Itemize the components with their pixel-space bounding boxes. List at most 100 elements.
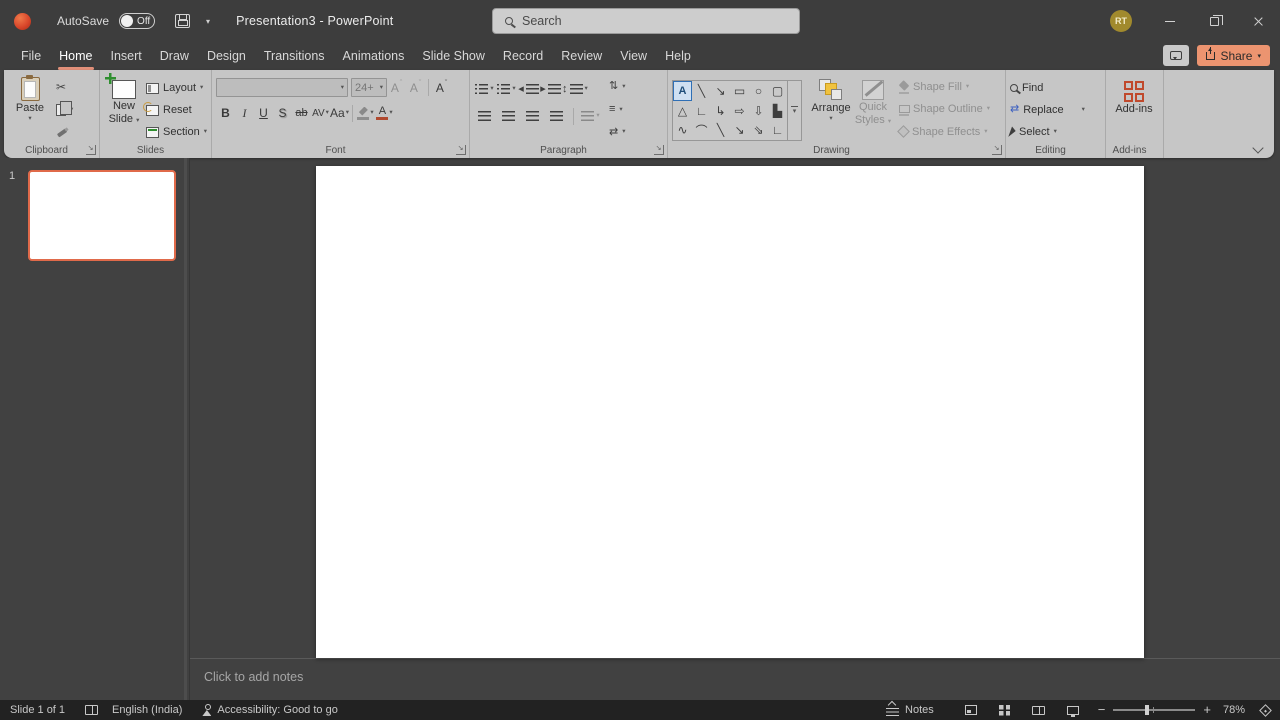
select-button[interactable]: Select▾: [1010, 123, 1101, 142]
tab-insert[interactable]: Insert: [102, 42, 151, 70]
text-highlight-button[interactable]: ▾: [356, 104, 375, 123]
shape-right-arrow[interactable]: ⇨: [730, 101, 749, 121]
zoom-slider-thumb[interactable]: [1145, 705, 1149, 715]
shape-down-arrow[interactable]: ⇩: [749, 101, 768, 121]
reading-view-button[interactable]: [1028, 700, 1050, 720]
tab-view[interactable]: View: [611, 42, 656, 70]
font-size-combobox[interactable]: 24+▾: [351, 78, 387, 97]
shape-corner[interactable]: ▙: [768, 101, 787, 121]
shape-effects-button[interactable]: Shape Effects▾: [899, 122, 990, 142]
language-button[interactable]: English (India): [112, 704, 182, 716]
shrink-font-button[interactable]: Aˇ: [406, 78, 425, 97]
shape-oval[interactable]: ○: [749, 81, 768, 101]
shape-elbow-arrow-connector[interactable]: ↳: [711, 101, 730, 121]
grow-font-button[interactable]: Aˆ: [387, 78, 406, 97]
justify-button[interactable]: [546, 107, 567, 126]
avatar[interactable]: RT: [1110, 10, 1132, 32]
search-box[interactable]: [492, 8, 800, 34]
section-button[interactable]: Section▾: [146, 122, 207, 142]
format-painter-button[interactable]: [56, 122, 73, 142]
copy-button[interactable]: ▾: [56, 100, 73, 120]
shape-arc[interactable]: ⌒: [692, 120, 711, 140]
tab-design[interactable]: Design: [198, 42, 255, 70]
align-left-button[interactable]: [474, 107, 495, 126]
shape-line[interactable]: ╲: [692, 81, 711, 101]
tab-review[interactable]: Review: [552, 42, 611, 70]
close-button[interactable]: [1236, 0, 1280, 42]
normal-view-button[interactable]: [960, 700, 982, 720]
share-button[interactable]: Share ▾: [1197, 45, 1270, 66]
tab-record[interactable]: Record: [494, 42, 552, 70]
shape-scribble[interactable]: ∿: [673, 120, 692, 140]
zoom-out-button[interactable]: −: [1098, 705, 1106, 715]
shape-line-arrow-2[interactable]: ↘: [730, 120, 749, 140]
layout-button[interactable]: Layout▾: [146, 78, 207, 98]
character-spacing-button[interactable]: AV▾: [311, 104, 330, 123]
slide-info[interactable]: Slide 1 of 1: [10, 704, 65, 716]
spell-check-button[interactable]: [85, 705, 98, 715]
clipboard-dialog-launcher[interactable]: ↘: [86, 145, 96, 155]
increase-indent-button[interactable]: ▸: [540, 80, 561, 99]
drawing-dialog-launcher[interactable]: ↘: [992, 145, 1002, 155]
quick-access-chevron-icon[interactable]: ▾: [206, 17, 210, 26]
paragraph-dialog-launcher[interactable]: ↘: [654, 145, 664, 155]
bold-button[interactable]: B: [216, 104, 235, 123]
shape-elbow-connector[interactable]: ∟: [692, 101, 711, 121]
shape-double-arrow[interactable]: ⇘: [749, 120, 768, 140]
autosave-toggle[interactable]: Off: [119, 13, 155, 29]
bullets-button[interactable]: ▾: [474, 80, 495, 99]
shape-triangle[interactable]: △: [673, 101, 692, 121]
shape-outline-button[interactable]: Shape Outline▾: [899, 99, 990, 119]
shape-fill-button[interactable]: Shape Fill▾: [899, 77, 990, 97]
fit-slide-to-window-icon[interactable]: [1259, 704, 1272, 717]
shape-gallery-more-button[interactable]: ▾: [788, 80, 802, 141]
powerpoint-logo-icon[interactable]: [14, 13, 31, 30]
align-text-button[interactable]: ≡▾: [609, 100, 625, 120]
slide-canvas[interactable]: [316, 166, 1144, 658]
comments-button[interactable]: [1163, 45, 1189, 66]
change-case-button[interactable]: Aa▾: [330, 104, 349, 123]
font-color-button[interactable]: A ▾: [375, 104, 394, 123]
text-direction-button[interactable]: ⇅▾: [609, 77, 625, 97]
save-icon[interactable]: [175, 14, 190, 28]
reset-button[interactable]: Reset: [146, 100, 207, 120]
shape-text-box[interactable]: A: [673, 81, 692, 101]
find-button[interactable]: Find: [1010, 78, 1101, 97]
quick-styles-button[interactable]: Quick Styles ▾: [853, 75, 893, 142]
notes-toggle-button[interactable]: Notes: [886, 704, 934, 716]
notes-pane[interactable]: Click to add notes: [190, 658, 1280, 700]
search-input[interactable]: [522, 14, 762, 28]
accessibility-button[interactable]: Accessibility: Good to go: [202, 704, 337, 716]
collapse-ribbon-chevron-icon[interactable]: [1252, 142, 1263, 153]
slide-sorter-view-button[interactable]: [994, 700, 1016, 720]
zoom-slider[interactable]: [1113, 709, 1195, 711]
font-name-combobox[interactable]: ▾: [216, 78, 348, 97]
replace-button[interactable]: ⇄Replace▾: [1010, 100, 1101, 119]
shape-line-arrow[interactable]: ↘: [711, 81, 730, 101]
clear-formatting-button[interactable]: Aˇ: [432, 78, 451, 97]
tab-help[interactable]: Help: [656, 42, 700, 70]
align-right-button[interactable]: [522, 107, 543, 126]
align-center-button[interactable]: [498, 107, 519, 126]
columns-button[interactable]: ▾: [580, 107, 601, 126]
cut-button[interactable]: ✂: [56, 77, 73, 97]
notes-placeholder[interactable]: Click to add notes: [204, 670, 303, 684]
zoom-level[interactable]: 78%: [1223, 704, 1245, 716]
numbering-button[interactable]: ▾: [496, 80, 517, 99]
new-slide-button[interactable]: New Slide ▾: [104, 75, 144, 142]
slide-show-button[interactable]: [1062, 700, 1084, 720]
shape-elbow-connector-2[interactable]: ∟: [768, 120, 787, 140]
convert-smartart-button[interactable]: ⇄▾: [609, 122, 625, 142]
tab-slide-show[interactable]: Slide Show: [413, 42, 494, 70]
minimize-button[interactable]: [1148, 0, 1192, 42]
shape-rounded-rectangle[interactable]: ▢: [768, 81, 787, 101]
tab-draw[interactable]: Draw: [151, 42, 198, 70]
tab-file[interactable]: File: [12, 42, 50, 70]
slide-thumbnail[interactable]: [28, 170, 176, 261]
tab-animations[interactable]: Animations: [334, 42, 414, 70]
text-shadow-button[interactable]: S: [273, 104, 292, 123]
line-spacing-button[interactable]: ↕▾: [562, 80, 588, 99]
zoom-in-button[interactable]: +: [1203, 705, 1211, 715]
arrange-button[interactable]: Arrange ▾: [809, 75, 853, 142]
decrease-indent-button[interactable]: ◂: [518, 80, 539, 99]
